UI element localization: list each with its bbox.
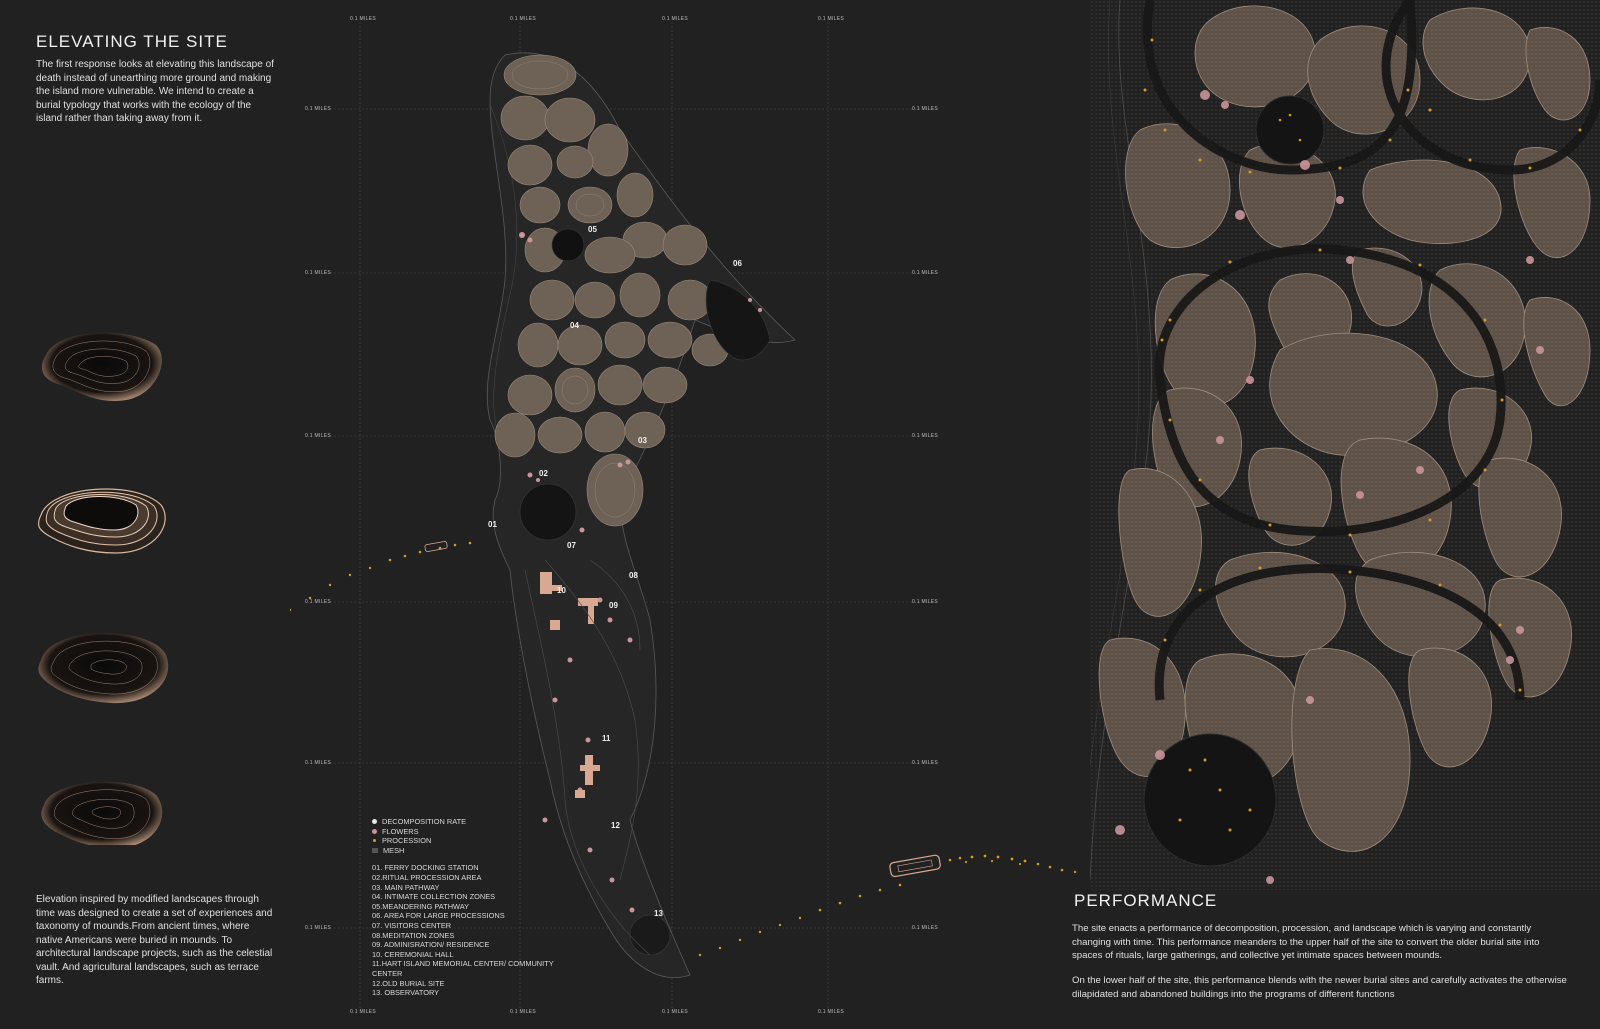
- grid-tick-top-3: 0.1 MILES: [662, 16, 689, 22]
- legend-item: 01. FERRY DOCKING STATION: [372, 863, 479, 873]
- ferry-icon: [424, 541, 448, 552]
- decomposition-dot-icon: [372, 819, 377, 825]
- grid-tick-left-4: 0.1 MILES: [305, 599, 332, 605]
- mound-detail-plan: [1090, 0, 1600, 890]
- performance-paragraph-2: On the lower half of the site, this perf…: [1072, 975, 1567, 1000]
- grid-tick-bottom-3: 0.1 MILES: [662, 1009, 689, 1015]
- mound-detail-drawing: [1090, 0, 1600, 890]
- flower-dot-icon: [372, 828, 377, 834]
- map-label-09: 09: [609, 601, 618, 610]
- performance-paragraph-1: The site enacts a performance of decompo…: [1072, 923, 1540, 961]
- legend-item: 09. ADMINISRATION/ RESIDENCE: [372, 940, 490, 950]
- legend-item: 04. INTIMATE COLLECTION ZONES: [372, 892, 496, 902]
- detail-ferry: [880, 840, 1100, 900]
- mound-typologies: [36, 325, 176, 845]
- intro-paragraph: The first response looks at elevating th…: [36, 59, 274, 124]
- legend-item: 11.HART ISLAND MEMORIAL CENTER/ COMMUNIT…: [372, 959, 554, 978]
- section-title-performance: PERFORMANCE: [1074, 891, 1218, 910]
- legend-item: 02.RITUAL PROCESSION AREA: [372, 872, 482, 882]
- grid-tick-right-1: 0.1 MILES: [912, 106, 939, 112]
- grid-tick-top-2: 0.1 MILES: [510, 16, 537, 22]
- mound-typology-diagrams: [37, 332, 169, 845]
- map-label-10: 10: [557, 586, 566, 595]
- grid-tick-top-1: 0.1 MILES: [350, 16, 377, 22]
- map-label-13: 13: [654, 909, 663, 918]
- legend-item: 05.MEANDERING PATHWAY: [372, 901, 470, 911]
- map-label-07: 07: [567, 541, 576, 550]
- grid-tick-left-6: 0.1 MILES: [305, 925, 332, 931]
- detail-ferry-drawing: [889, 854, 1077, 878]
- grid-tick-right-5: 0.1 MILES: [912, 760, 939, 766]
- legend-decomposition: DECOMPOSITION RATE: [372, 817, 572, 827]
- map-label-04: 04: [570, 321, 579, 330]
- mound-icon-4: [41, 781, 163, 845]
- legend-item: 13. OBSERVATORY: [372, 988, 440, 998]
- grid-tick-left-2: 0.1 MILES: [305, 270, 332, 276]
- map-label-02: 02: [539, 469, 548, 478]
- grid-tick-bottom-1: 0.1 MILES: [350, 1009, 377, 1015]
- mound-icon-3: [38, 633, 169, 704]
- mound-icon-1: [41, 332, 162, 402]
- map-label-03: 03: [638, 436, 647, 445]
- map-label-01: 01: [488, 520, 497, 529]
- legend-flowers: FLOWERS: [372, 827, 572, 837]
- legend-item: 12.OLD BURIAL SITE: [372, 978, 445, 988]
- grid-tick-right-2: 0.1 MILES: [912, 270, 939, 276]
- legend-item: 06. AREA FOR LARGE PROCESSIONS: [372, 911, 505, 921]
- grid-tick-bottom-2: 0.1 MILES: [510, 1009, 537, 1015]
- grid-tick-right-6: 0.1 MILES: [912, 925, 939, 931]
- map-label-08: 08: [629, 571, 638, 580]
- procession-dot-icon: [373, 839, 376, 843]
- legend-procession: PROCESSION: [372, 836, 572, 846]
- grid-tick-top-4: 0.1 MILES: [818, 16, 845, 22]
- grid-tick-left-3: 0.1 MILES: [305, 433, 332, 439]
- grid-tick-left-1: 0.1 MILES: [305, 106, 332, 112]
- map-label-12: 12: [611, 821, 620, 830]
- elevation-paragraph: Elevation inspired by modified landscape…: [36, 894, 273, 986]
- mesh-square-icon: [372, 848, 378, 854]
- grid-tick-right-4: 0.1 MILES: [912, 599, 939, 605]
- section-title-elevating: ELEVATING THE SITE: [36, 32, 228, 51]
- map-label-06: 06: [733, 259, 742, 268]
- grid-tick-right-3: 0.1 MILES: [912, 433, 939, 439]
- legend-mesh: MESH: [372, 846, 572, 856]
- legend-item: 08.MEDITATION ZONES: [372, 930, 455, 940]
- legend-item: 07. VISITORS CENTER: [372, 920, 452, 930]
- legend-item: 10. CEREMONIAL HALL: [372, 949, 454, 959]
- grid-tick-bottom-4: 0.1 MILES: [818, 1009, 845, 1015]
- map-label-11: 11: [602, 734, 611, 743]
- map-label-05: 05: [588, 225, 597, 234]
- legend-item: 03. MAIN PATHWAY: [372, 882, 440, 892]
- grid-tick-left-5: 0.1 MILES: [305, 760, 332, 766]
- legend: DECOMPOSITION RATE FLOWERS PROCESSION ME…: [372, 817, 572, 998]
- mound-icon-2: [37, 488, 166, 554]
